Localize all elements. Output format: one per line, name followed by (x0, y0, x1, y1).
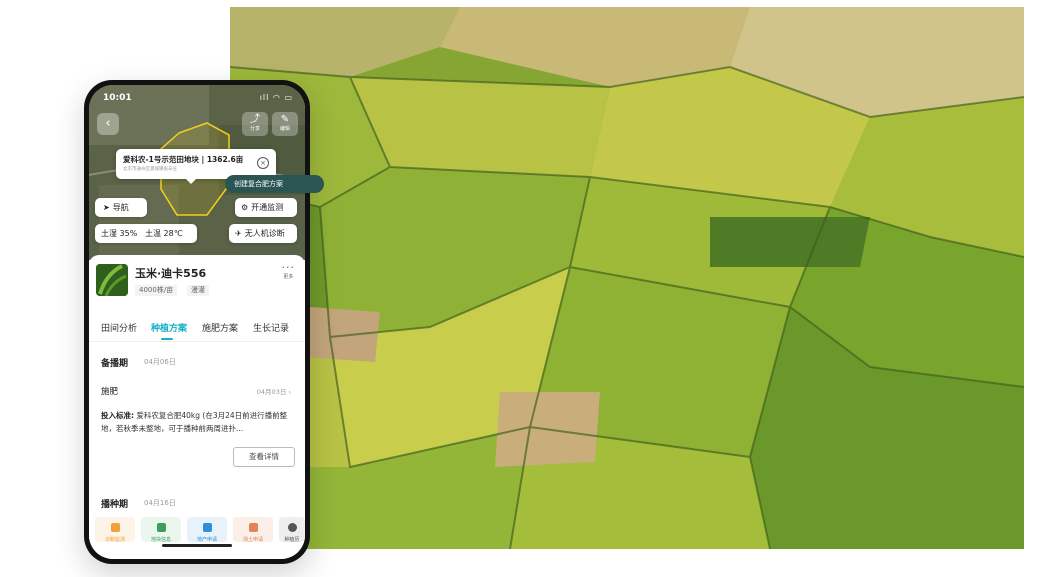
stage-sowing-date: 04月16日 (144, 499, 176, 507)
stage-sowing-title: 播种期 (101, 500, 129, 510)
bottom-nav: 诊断监测 地块信息 地产申请 测土申请 种植历 (89, 515, 305, 555)
drone-diagnosis-button[interactable]: ✈ 无人机诊断 (229, 224, 297, 243)
grid-icon (156, 523, 166, 532)
stage-prep-date: 04月06日 (144, 358, 176, 366)
nav-field-info[interactable]: 地块信息 (141, 517, 181, 543)
status-time: 10:01 (103, 93, 132, 103)
create-fertilizer-plan-button[interactable]: 创建复合肥方案 (225, 175, 324, 193)
navigation-arrow-icon: ➤ (103, 203, 110, 212)
nav-diagnosis[interactable]: 诊断监测 (95, 517, 135, 543)
tab-field-analysis[interactable]: 田间分析 (101, 321, 137, 334)
soil-readings: 土湿 35% 土温 28℃ (95, 224, 197, 243)
status-indicators-icon: ıll ◠ ▭ (259, 93, 293, 102)
more-button[interactable]: ··· 更多 (281, 261, 296, 280)
corn-leaf-image (96, 264, 128, 296)
phone-mockup: 10:01 ıll ◠ ▭ ‹ ⤴ 分享 ✎ 编辑 爱科农-1号示范田地块 | … (84, 80, 324, 564)
nav-planting-calendar[interactable]: 种植历 (279, 517, 305, 543)
tab-fertilizer-plan[interactable]: 施肥方案 (202, 321, 238, 334)
document-icon (202, 523, 212, 532)
share-button[interactable]: ⤴ 分享 (242, 112, 268, 136)
soil-moisture: 土湿 35% (101, 229, 138, 238)
irrigation-tag: 漫灌 (187, 285, 209, 296)
density-tag: 4000株/亩 (135, 285, 178, 296)
back-button[interactable]: ‹ (97, 113, 119, 135)
navigate-button[interactable]: ➤ 导航 (95, 198, 147, 217)
soil-temp: 土温 28℃ (144, 229, 183, 238)
crop-name: 玉米·迪卡556 (135, 267, 207, 280)
tab-planting-plan[interactable]: 种植方案 (151, 321, 187, 334)
fertilize-date[interactable]: 04月03日 › (257, 386, 291, 396)
monitor-button[interactable]: ⚙ 开通监测 (235, 198, 297, 217)
crop-panel: 玉米·迪卡556 4000株/亩 漫灌 ··· 更多 田间分析 种植方案 施肥方… (89, 255, 305, 559)
field-title: 爱科农-1号示范田地块 | 1362.6亩 (123, 155, 244, 164)
nav-soil-test-label: 测土申请 (242, 537, 263, 543)
airplane-icon: ✈ (235, 229, 242, 238)
field-landscape (230, 7, 1024, 549)
nav-diagnosis-label: 诊断监测 (104, 537, 125, 543)
nav-planting-calendar-label: 种植历 (284, 537, 300, 543)
stage-prep-title: 备播期 (101, 359, 129, 369)
test-tube-icon (248, 523, 258, 532)
edit-label: 编辑 (279, 126, 290, 132)
phone-screen: 10:01 ıll ◠ ▭ ‹ ⤴ 分享 ✎ 编辑 爱科农-1号示范田地块 | … (89, 85, 305, 559)
fertilize-title: 施肥 (101, 387, 119, 397)
close-icon[interactable]: × (257, 157, 269, 169)
fertilize-description: 投入标准: 爱科农复合肥40kg (在3月24日前进行播前整地，若秋季未整地，可… (101, 409, 295, 435)
satellite-icon: ⚙ (241, 203, 249, 212)
tab-growth-record[interactable]: 生长记录 (253, 321, 289, 334)
clock-icon (287, 523, 297, 532)
satellite-map[interactable]: 10:01 ıll ◠ ▭ ‹ ⤴ 分享 ✎ 编辑 爱科农-1号示范田地块 | … (89, 85, 305, 260)
active-tab-indicator (161, 338, 173, 340)
tab-bar: 田间分析 种植方案 施肥方案 生长记录 (89, 313, 305, 342)
edit-button[interactable]: ✎ 编辑 (272, 112, 298, 136)
share-icon: ⤴ (250, 114, 260, 125)
field-address: 北京市通州区潞城镇张辛庄 (123, 167, 177, 172)
clipboard-icon (110, 523, 120, 532)
nav-soil-test[interactable]: 测土申请 (233, 517, 273, 543)
more-label: 更多 (283, 274, 294, 280)
nav-property-apply[interactable]: 地产申请 (187, 517, 227, 543)
home-indicator (162, 544, 232, 547)
pencil-icon: ✎ (280, 114, 290, 125)
share-label: 分享 (249, 126, 260, 132)
aerial-field-photo (230, 7, 1024, 549)
more-dots-icon: ··· (281, 261, 295, 274)
view-details-button[interactable]: 查看详情 (233, 447, 295, 467)
standard-label: 投入标准: (101, 411, 134, 420)
chevron-left-icon: ‹ (105, 116, 111, 131)
